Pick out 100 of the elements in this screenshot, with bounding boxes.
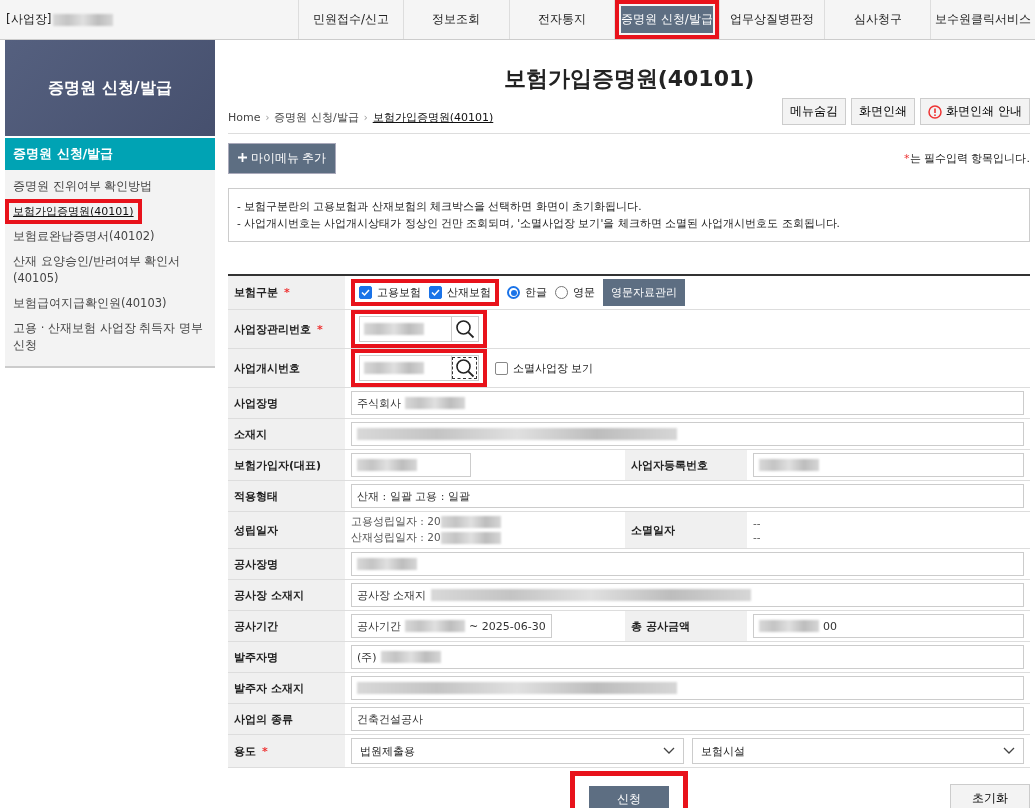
text-field[interactable] [351,453,471,477]
redacted-text [380,651,441,663]
redacted-text [364,362,424,374]
field-text: 공사장 소재지 [357,587,427,603]
text-field[interactable]: 공사기간 ~ 2025-06-30 [351,614,552,638]
notice-text: - 사업개시번호는 사업개시상태가 정상인 건만 조회되며, '소멸사업장 보기'을 체크하면 소멸된 사업개시번호도 조회됩니다. [237,216,841,231]
text-field[interactable] [753,453,1024,477]
field-label: 적용형태 [234,488,278,504]
date-text: 산재성립일자 : 20 [351,531,441,543]
checkbox[interactable] [359,286,372,299]
redacted-text [53,13,114,26]
sidebar-item[interactable]: 보험급여지급확인원(40103) [5,291,215,316]
required-mark: * [262,744,268,758]
checkbox[interactable] [495,361,508,375]
text-field[interactable]: 공사장 소재지 [351,583,1024,607]
alert-icon [928,104,943,119]
date-text: -- [753,517,761,529]
redacted-text [440,532,501,544]
field-label: 발주자명 [234,649,278,665]
text-field[interactable] [351,676,1024,700]
field-label: 발주자 소재지 [234,680,304,696]
checkbox[interactable] [429,286,442,299]
redacted-text [405,397,465,409]
chevron-down-icon [662,747,675,755]
select-dropdown[interactable]: 보험시설 [691,738,1024,764]
field-text: 주식회사 [357,395,401,411]
text-field[interactable]: 산재 : 일괄 고용 : 일괄 [351,484,1024,508]
field-label: 사업의 종류 [234,711,293,727]
breadcrumb-link[interactable]: 보험가입증명원(40101) [372,110,494,125]
redacted-text [440,516,501,528]
sidebar-item[interactable]: 보험료완납증명서(40102) [5,224,215,249]
date-text: 고용성립일자 : 20 [351,515,441,527]
chevron-down-icon [1003,747,1015,755]
submit-button[interactable]: 신청 [589,786,669,808]
field-text: 건축건설공사 [357,711,423,727]
field-label: 성립일자 [234,522,278,538]
radio-label: 영문 [573,285,595,300]
nav-tab[interactable]: 심사청구 [825,0,930,39]
text-field[interactable] [351,422,1024,446]
field-label: 보험가입자(대표) [234,457,322,473]
nav-tab[interactable]: 보수원클릭서비스 [930,0,1035,39]
breadcrumb-separator: › [265,112,270,123]
field-text: (주) [357,649,377,665]
field-label: 총 공사금액 [631,618,690,634]
search-field[interactable] [359,316,479,342]
radio-label: 한글 [525,285,547,300]
text-field[interactable]: 주식회사 [351,391,1024,415]
search-icon [455,319,475,339]
nav-tab[interactable]: 민원접수/신고 [299,0,404,39]
page-title: 보험가입증명원(40101) [502,65,756,93]
field-text: 산재 : 일괄 고용 : 일괄 [357,488,470,504]
field-label: 용도 [234,743,256,759]
field-label: 사업장관리번호 [234,321,311,337]
checkbox-label: 산재보험 [447,285,491,300]
field-label: 공사장명 [234,556,278,572]
english-data-button[interactable]: 영문자료관리 [603,279,685,306]
date-text: -- [753,531,761,543]
breadcrumb-separator: › [363,112,368,123]
sidebar-item[interactable]: 증명원 진위여부 확인방법 [5,174,215,199]
redacted-text [357,558,417,570]
radio-button[interactable] [507,286,520,299]
field-label: 공사기간 [234,618,278,634]
toolbar-button[interactable]: 화면인쇄 [851,98,916,125]
text-field[interactable]: 00 [753,614,1024,638]
select-dropdown[interactable]: 법원제출용 [351,738,684,764]
field-text: 공사기간 [357,618,401,634]
field-label: 소멸일자 [631,522,675,538]
sidebar-item[interactable]: 산재 요양승인/반려여부 확인서(40105) [5,249,215,291]
toolbar-button[interactable]: 메뉴숨김 [782,98,847,125]
nav-tab[interactable]: 업무상질병판정 [720,0,825,39]
nav-tab[interactable]: 전자통지 [509,0,614,39]
field-label: 보험구분 [234,285,278,300]
field-text: 00 [823,619,837,633]
redacted-text [357,459,417,471]
add-my-menu-button[interactable]: 마이메뉴 추가 [228,143,337,174]
redacted-text [364,323,424,335]
text-field[interactable] [351,552,1024,576]
field-text: ~ 2025-06-30 [469,619,546,633]
nav-tab[interactable]: 증명원 신청/발급 [620,6,714,33]
reset-button[interactable]: 초기화 [950,784,1030,808]
sidebar-item[interactable]: 보험가입증명원(40101) [9,203,138,220]
search-button[interactable] [451,356,478,380]
breadcrumb-link[interactable]: Home [228,111,261,124]
sidebar-item[interactable]: 고용 · 산재보험 사업장 취득자 명부 신청 [5,316,215,358]
field-label: 사업장명 [234,395,278,411]
sidebar-title: 증명원 신청/발급 [5,138,215,170]
nav-tab[interactable]: 정보조회 [404,0,509,39]
required-mark: * [284,286,290,299]
required-mark: * [317,322,323,336]
search-field[interactable] [359,355,479,381]
text-field[interactable]: 건축건설공사 [351,707,1024,731]
breadcrumb-link[interactable]: 증명원 신청/발급 [274,110,359,125]
plus-icon [238,153,247,162]
text-field[interactable]: (주) [351,645,1024,669]
checkbox-label: 고용보험 [377,285,421,300]
field-label: 소재지 [234,426,267,442]
search-icon [455,358,475,378]
toolbar-button[interactable]: 화면인쇄 안내 [920,98,1030,125]
site-label: [사업장] [6,11,52,28]
field-label: 공사장 소재지 [234,587,304,603]
